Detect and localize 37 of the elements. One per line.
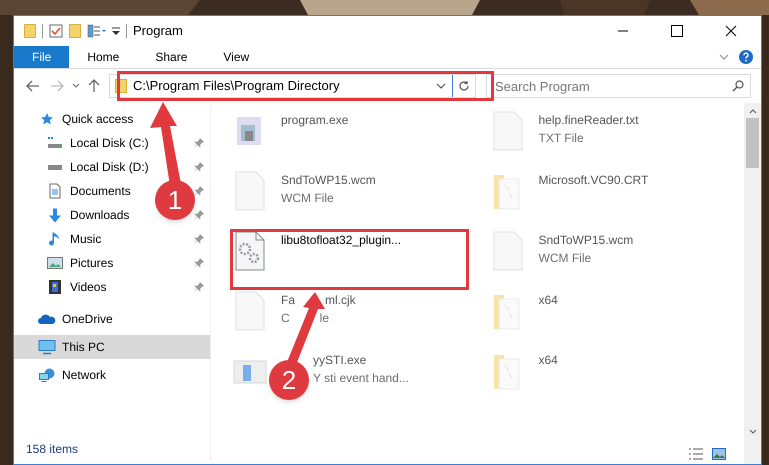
sidebar-item[interactable]: Quick access — [62, 110, 134, 128]
file-name: yySTI.exe — [313, 352, 366, 369]
window-title: Program — [133, 22, 183, 40]
ribbon-tab[interactable]: File — [14, 46, 70, 68]
sidebar-item[interactable]: Videos — [70, 278, 106, 296]
search-field[interactable]: Search Program — [486, 74, 751, 98]
file-name: x64 — [538, 292, 558, 309]
sidebar-item[interactable]: Local Disk (D:) — [70, 158, 149, 176]
file-name: libu8tofloat32_plugin... — [281, 232, 402, 249]
file-name: SndToWP15.wcm — [281, 172, 376, 189]
sidebar-item[interactable]: This PC — [62, 338, 105, 356]
sidebar-item[interactable]: OneDrive — [62, 310, 113, 328]
address-path: C:\Program Files\Program Directory — [133, 77, 340, 96]
file-type: Y sti event hand... — [313, 370, 409, 387]
address-bar[interactable]: C:\Program Files\Program Directory — [109, 74, 476, 98]
ribbon-tab[interactable]: Share — [137, 46, 206, 68]
file-name: SndToWP15.wcm — [538, 232, 634, 249]
file-type: WCM File — [538, 250, 592, 267]
file-name: program.exe — [281, 112, 348, 129]
sidebar-item[interactable]: Pictures — [70, 254, 114, 272]
file-name: Fa — [281, 292, 296, 309]
file-name: help.fineReader.txt — [538, 112, 639, 129]
file-type: TXT File — [538, 130, 584, 147]
file-type: WCM File — [281, 190, 334, 207]
sidebar-item[interactable]: Documents — [70, 182, 131, 200]
ribbon-tab[interactable]: Home — [69, 46, 138, 68]
file-name: x64 — [538, 352, 558, 369]
file-name: Microsoft.VC90.CRT — [538, 172, 648, 189]
file-type: C — [281, 310, 290, 327]
file-name: ml.cjk — [325, 292, 356, 309]
sidebar-item[interactable]: Downloads — [70, 206, 130, 224]
ribbon-tab[interactable]: View — [205, 46, 268, 68]
item-count: 158 items — [25, 441, 80, 458]
sidebar-item[interactable]: Local Disk (C:) — [70, 134, 149, 152]
sidebar-item[interactable]: Network — [62, 366, 106, 384]
sidebar-item[interactable]: Music — [70, 230, 102, 248]
file-type: le — [320, 310, 330, 327]
